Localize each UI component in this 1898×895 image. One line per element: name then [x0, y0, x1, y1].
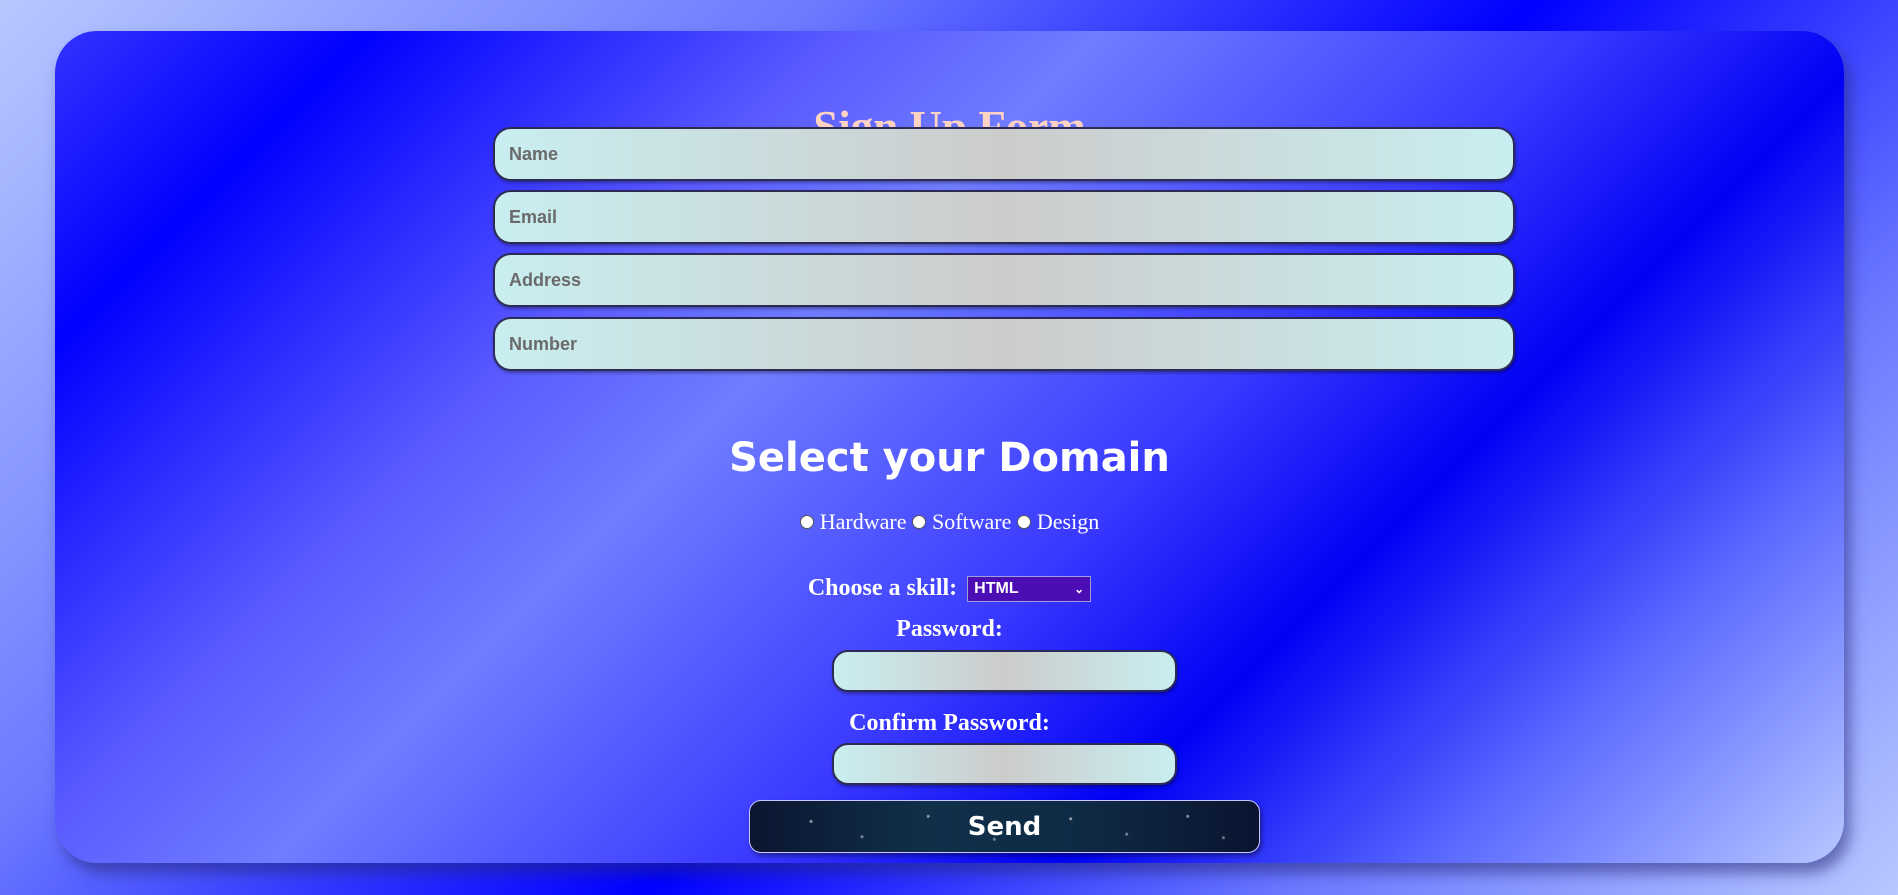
radio-label-design: Design — [1036, 509, 1100, 534]
skill-row: Choose a skill: HTML ⌄ — [55, 574, 1844, 603]
name-input[interactable] — [493, 127, 1515, 181]
password-input[interactable] — [832, 650, 1177, 692]
radio-label-hardware: Hardware — [819, 509, 907, 534]
address-input[interactable] — [493, 253, 1515, 307]
skill-select[interactable]: HTML ⌄ — [967, 576, 1092, 603]
password-label: Password: — [896, 616, 1003, 642]
radio-hardware[interactable]: Hardware — [799, 509, 907, 535]
radio-software[interactable]: Software — [911, 509, 1012, 535]
confirm-password-input[interactable] — [832, 743, 1177, 785]
domain-heading: Select your Domain — [729, 435, 1170, 481]
skill-selected-value: HTML — [974, 580, 1019, 598]
domain-radio-group: Hardware Software Design — [55, 509, 1844, 535]
skill-label: Choose a skill: — [807, 575, 958, 601]
email-input[interactable] — [493, 190, 1515, 244]
signup-card: Sign Up Form Select your Domain Hardware… — [55, 31, 1844, 863]
radio-button-design[interactable] — [1016, 515, 1031, 529]
radio-label-software: Software — [931, 509, 1012, 534]
chevron-down-icon: ⌄ — [1074, 582, 1085, 597]
send-button[interactable]: Send — [749, 800, 1260, 853]
radio-button-software[interactable] — [911, 515, 926, 529]
confirm-password-label: Confirm Password: — [849, 710, 1050, 736]
radio-design[interactable]: Design — [1016, 509, 1100, 535]
radio-button-hardware[interactable] — [799, 515, 814, 529]
number-input[interactable] — [493, 317, 1515, 371]
